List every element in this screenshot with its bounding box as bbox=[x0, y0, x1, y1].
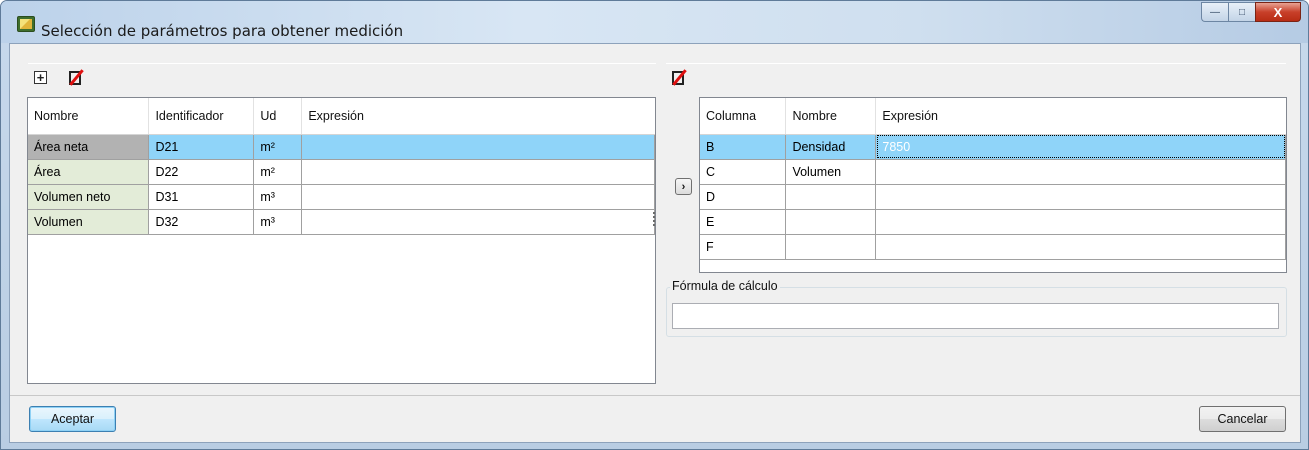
cell-nombre[interactable]: Volumen bbox=[785, 159, 877, 185]
add-row-button[interactable]: + bbox=[32, 69, 49, 86]
cell-identificador[interactable]: D21 bbox=[148, 134, 255, 160]
cancel-button[interactable]: Cancelar bbox=[1199, 406, 1286, 432]
cell-nombre[interactable] bbox=[785, 184, 877, 210]
cell-ud[interactable]: m² bbox=[253, 134, 303, 160]
cell-expresion[interactable] bbox=[301, 184, 655, 210]
accept-button[interactable]: Aceptar bbox=[29, 406, 116, 432]
close-button[interactable]: X bbox=[1255, 2, 1301, 22]
cell-nombre[interactable]: Volumen neto bbox=[28, 184, 150, 210]
maximize-icon: □ bbox=[1238, 6, 1246, 18]
table-row[interactable]: E bbox=[700, 209, 1286, 235]
cell-expresion[interactable]: 7850 bbox=[875, 134, 1286, 160]
column-header-expresion[interactable]: Expresión bbox=[875, 98, 1286, 135]
caption-buttons: — □ X bbox=[1201, 2, 1301, 22]
cell-columna[interactable]: D bbox=[700, 184, 787, 210]
cell-identificador[interactable]: D31 bbox=[148, 184, 255, 210]
cell-columna[interactable]: E bbox=[700, 209, 787, 235]
table-row[interactable]: Volumen neto D31 m³ bbox=[28, 184, 655, 210]
add-row-icon: + bbox=[34, 71, 47, 84]
table-row[interactable]: Área neta D21 m² bbox=[28, 134, 655, 160]
chevron-right-icon: › bbox=[681, 180, 686, 193]
cell-expresion[interactable] bbox=[875, 209, 1286, 235]
parameters-table: Nombre Identificador Ud Expresión Área n… bbox=[28, 98, 655, 235]
cell-columna[interactable]: C bbox=[700, 159, 787, 185]
cell-nombre[interactable]: Área neta bbox=[28, 134, 150, 160]
columns-grid[interactable]: Columna Nombre Expresión B Densidad 7850… bbox=[699, 97, 1287, 273]
cell-expresion[interactable] bbox=[875, 159, 1286, 185]
column-header-nombre[interactable]: Nombre bbox=[785, 98, 877, 135]
cell-ud[interactable]: m³ bbox=[253, 184, 303, 210]
cell-identificador[interactable]: D22 bbox=[148, 159, 255, 185]
column-header-expresion[interactable]: Expresión bbox=[301, 98, 655, 135]
cell-columna[interactable]: B bbox=[700, 134, 787, 160]
cell-nombre[interactable]: Densidad bbox=[785, 134, 877, 160]
table-row[interactable]: C Volumen bbox=[700, 159, 1286, 185]
table-row[interactable]: D bbox=[700, 184, 1286, 210]
table-row[interactable]: Área D22 m² bbox=[28, 159, 655, 185]
column-header-ud[interactable]: Ud bbox=[253, 98, 303, 135]
columns-header-row: Columna Nombre Expresión bbox=[700, 98, 1286, 135]
cell-ud[interactable]: m³ bbox=[253, 209, 303, 235]
column-header-columna[interactable]: Columna bbox=[700, 98, 787, 135]
delete-icon bbox=[68, 69, 84, 86]
table-row[interactable]: B Densidad 7850 bbox=[700, 134, 1286, 160]
window-title: Selección de parámetros para obtener med… bbox=[41, 22, 404, 40]
dialog-client-area: + Nombre Identificador Ud Expresión Área… bbox=[9, 43, 1301, 443]
right-separator bbox=[666, 63, 1286, 64]
column-header-identificador[interactable]: Identificador bbox=[148, 98, 255, 135]
splitter-handle[interactable] bbox=[653, 212, 656, 228]
cell-expresion[interactable] bbox=[301, 159, 655, 185]
app-icon bbox=[17, 16, 35, 32]
cell-ud[interactable]: m² bbox=[253, 159, 303, 185]
maximize-button[interactable]: □ bbox=[1228, 2, 1255, 22]
delete-column-button[interactable] bbox=[670, 69, 687, 86]
cell-nombre[interactable]: Volumen bbox=[28, 209, 150, 235]
table-row[interactable]: F bbox=[700, 234, 1286, 260]
cell-nombre[interactable] bbox=[785, 209, 877, 235]
parameters-header-row: Nombre Identificador Ud Expresión bbox=[28, 98, 655, 135]
title-bar[interactable]: Selección de parámetros para obtener med… bbox=[1, 1, 1308, 43]
formula-label: Fórmula de cálculo bbox=[670, 279, 780, 293]
cell-nombre[interactable]: Área bbox=[28, 159, 150, 185]
formula-input[interactable] bbox=[672, 303, 1279, 329]
cell-expresion[interactable] bbox=[875, 184, 1286, 210]
cell-identificador[interactable]: D32 bbox=[148, 209, 255, 235]
cell-columna[interactable]: F bbox=[700, 234, 787, 260]
dialog-window: Selección de parámetros para obtener med… bbox=[0, 0, 1309, 450]
cell-expresion[interactable] bbox=[301, 209, 655, 235]
delete-icon bbox=[671, 69, 687, 86]
table-row[interactable]: Volumen D32 m³ bbox=[28, 209, 655, 235]
cell-nombre[interactable] bbox=[785, 234, 877, 260]
delete-row-button[interactable] bbox=[67, 69, 84, 86]
close-icon: X bbox=[1273, 4, 1283, 20]
column-header-nombre[interactable]: Nombre bbox=[28, 98, 150, 135]
columns-table: Columna Nombre Expresión B Densidad 7850… bbox=[700, 98, 1286, 260]
bottom-separator bbox=[10, 395, 1300, 396]
cell-expresion[interactable] bbox=[301, 134, 655, 160]
assign-parameter-button[interactable]: › bbox=[675, 178, 692, 195]
minimize-icon: — bbox=[1210, 6, 1220, 18]
minimize-button[interactable]: — bbox=[1201, 2, 1228, 22]
parameters-grid[interactable]: Nombre Identificador Ud Expresión Área n… bbox=[27, 97, 656, 384]
left-separator bbox=[28, 63, 656, 64]
cell-expresion[interactable] bbox=[875, 234, 1286, 260]
